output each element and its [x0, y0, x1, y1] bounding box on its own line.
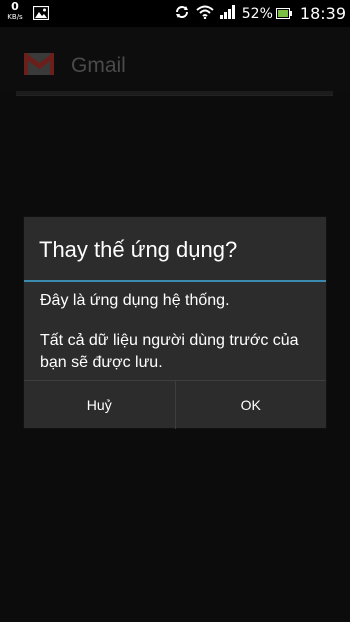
- ok-button[interactable]: OK: [176, 381, 327, 429]
- sync-icon: [174, 4, 190, 23]
- battery-icon: [275, 4, 292, 23]
- network-speed-unit: KB/s: [7, 13, 23, 21]
- app-divider: [16, 91, 333, 96]
- clock: 18:39: [299, 4, 346, 23]
- dialog-message-line1: Đây là ứng dụng hệ thống.: [40, 292, 230, 309]
- cancel-button[interactable]: Huỷ: [24, 381, 175, 429]
- wifi-icon: [196, 4, 214, 23]
- network-speed-indicator: 0 KB/s: [6, 0, 24, 22]
- screen: 0 KB/s 52% 18:39 Gmail Thay thế ứng dụng…: [0, 0, 350, 622]
- replace-app-dialog: Thay thế ứng dụng? Đây là ứng dụng hệ th…: [24, 217, 326, 429]
- gmail-logo-icon: [22, 52, 56, 79]
- battery-percent: 52%: [241, 5, 273, 22]
- dialog-button-bar: Huỷ OK: [24, 380, 326, 429]
- dialog-title: Thay thế ứng dụng?: [39, 237, 238, 262]
- status-bar: 0 KB/s 52% 18:39: [0, 0, 350, 27]
- dialog-title-divider: [24, 280, 326, 282]
- app-header: Gmail: [0, 27, 350, 91]
- network-speed-value: 0: [11, 0, 19, 13]
- dialog-message-line2: Tất cả dữ liệu người dùng trước của bạn …: [40, 332, 299, 371]
- app-title: Gmail: [71, 54, 126, 77]
- signal-icon: [219, 4, 236, 23]
- image-notification-icon: [32, 5, 50, 24]
